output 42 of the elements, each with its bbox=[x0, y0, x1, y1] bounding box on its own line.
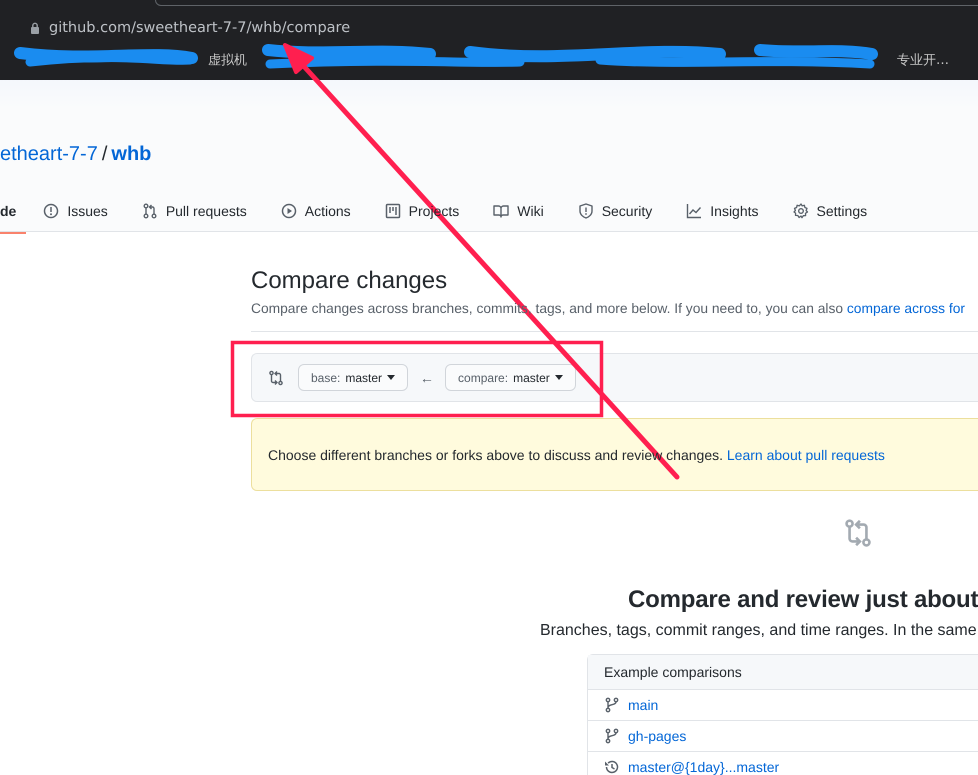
pull-request-icon bbox=[142, 203, 158, 219]
repo-tab[interactable]: Security bbox=[560, 190, 670, 234]
repo-tab[interactable]: Settings bbox=[776, 190, 884, 234]
base-branch-button[interactable]: base: master bbox=[298, 364, 408, 391]
compare-forks-link[interactable]: compare across for bbox=[846, 301, 965, 316]
graph-icon bbox=[686, 203, 702, 219]
direction-arrow: ← bbox=[420, 370, 434, 386]
repo-tab[interactable]: Wiki bbox=[476, 190, 561, 234]
lock-icon bbox=[30, 22, 40, 34]
address-text[interactable]: github.com/sweetheart-7-7/whb/compare bbox=[49, 20, 350, 36]
compare-icon bbox=[268, 370, 284, 386]
issue-icon bbox=[43, 203, 60, 219]
caret-icon bbox=[387, 375, 396, 380]
repo-tab[interactable]: Insights bbox=[669, 190, 776, 234]
bookmark-item[interactable]: 专业开… bbox=[897, 51, 949, 69]
pull-requests-link[interactable]: Learn about pull requests bbox=[726, 446, 885, 462]
caret-icon bbox=[554, 375, 563, 380]
section-heading: Compare and review just about bbox=[628, 585, 978, 615]
repo-tab[interactable]: Actions bbox=[264, 190, 368, 234]
repo-tab[interactable]: de bbox=[0, 190, 26, 234]
compare-branch-button[interactable]: compare: master bbox=[445, 364, 576, 391]
example-link[interactable]: master@{1day}...master bbox=[628, 759, 780, 775]
example-link[interactable]: gh-pages bbox=[628, 728, 686, 744]
history-icon bbox=[604, 759, 620, 775]
owner-link[interactable]: etheart-7-7 bbox=[0, 142, 98, 166]
section-description: Branches, tags, commit ranges, and time ranges. In the same bbox=[540, 621, 978, 641]
compare-icon bbox=[843, 518, 873, 548]
shield-icon bbox=[578, 203, 594, 219]
play-icon bbox=[280, 203, 297, 219]
project-board-icon bbox=[384, 203, 401, 219]
repo-tab[interactable]: Issues bbox=[26, 190, 125, 234]
repo-name-link[interactable]: whb bbox=[111, 142, 152, 166]
bookmark-item[interactable]: 虚拟机 bbox=[208, 51, 247, 69]
examples-header: Example comparisons bbox=[588, 655, 978, 690]
book-icon bbox=[493, 203, 510, 219]
branch-icon bbox=[604, 697, 620, 713]
settings-icon bbox=[792, 203, 809, 219]
path-separator: / bbox=[102, 142, 108, 166]
example-link[interactable]: main bbox=[628, 697, 658, 713]
page-title: Compare changes bbox=[251, 266, 448, 296]
branch-icon bbox=[604, 728, 620, 744]
repo-tab[interactable]: Pull requests bbox=[124, 190, 264, 234]
